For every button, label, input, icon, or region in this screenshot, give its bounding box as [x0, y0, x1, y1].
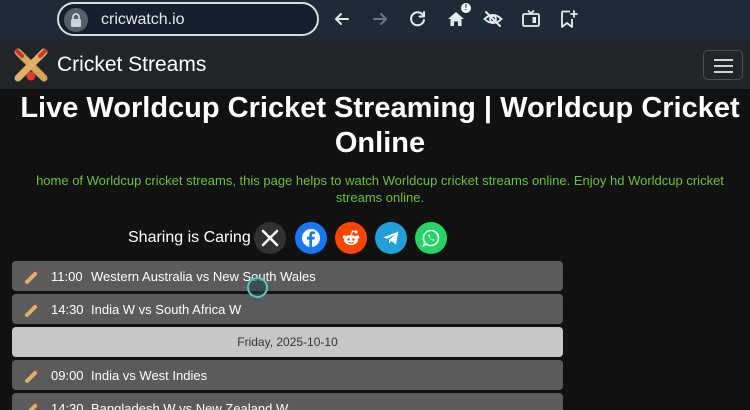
browser-toolbar: cricwatch.io !	[0, 0, 750, 40]
share-label: Sharing is Caring	[128, 229, 251, 246]
home-alert-badge: !	[461, 3, 471, 13]
forward-arrow-icon[interactable]	[369, 8, 391, 30]
hamburger-menu-icon[interactable]	[703, 50, 743, 80]
match-time: 09:00	[51, 368, 84, 383]
share-telegram-button[interactable]	[375, 222, 407, 254]
match-row[interactable]: 11:00 Western Australia vs New South Wal…	[12, 261, 563, 291]
share-reddit-button[interactable]	[335, 222, 367, 254]
site-brand[interactable]: Cricket Streams	[57, 53, 206, 77]
lock-icon	[71, 13, 81, 27]
cricket-bat-icon	[28, 402, 39, 410]
whatsapp-icon	[421, 229, 440, 248]
share-whatsapp-button[interactable]	[415, 222, 447, 254]
touch-cursor-indicator	[247, 277, 268, 298]
reddit-icon	[342, 230, 360, 245]
address-bar[interactable]: cricwatch.io	[57, 2, 319, 36]
cricket-bat-icon	[25, 303, 39, 317]
cricket-bat-icon	[25, 369, 39, 383]
url-text[interactable]: cricwatch.io	[101, 11, 185, 29]
reload-icon[interactable]	[407, 8, 429, 30]
match-title[interactable]: India vs West Indies	[91, 368, 207, 383]
match-time: 14:30	[51, 302, 84, 317]
main-content: Live Worldcup Cricket Streaming | Worldc…	[0, 89, 750, 410]
date-header: Friday, 2025-10-10	[12, 327, 563, 357]
tv-icon[interactable]	[520, 8, 542, 30]
match-row[interactable]: 14:30 India W vs South Africa W	[12, 294, 563, 324]
facebook-icon	[302, 229, 320, 247]
match-row[interactable]: 14:30 Bangladesh W vs New Zealand W	[12, 393, 563, 410]
telegram-icon	[383, 231, 399, 245]
share-x-button[interactable]	[254, 222, 286, 254]
bookmark-add-icon[interactable]	[557, 8, 579, 30]
match-time: 11:00	[51, 269, 83, 284]
cricket-bats-logo-icon[interactable]	[12, 46, 50, 84]
page-subtitle: home of Worldcup cricket streams, this p…	[36, 173, 724, 205]
match-title[interactable]: India W vs South Africa W	[91, 302, 241, 317]
back-arrow-icon[interactable]	[331, 8, 353, 30]
cricket-bat-icon	[25, 270, 39, 284]
x-twitter-icon	[261, 229, 279, 247]
share-facebook-button[interactable]	[295, 222, 327, 254]
hide-eye-icon[interactable]	[482, 8, 504, 30]
match-title[interactable]: Bangladesh W vs New Zealand W	[91, 401, 288, 410]
match-row[interactable]: 09:00 India vs West Indies	[12, 360, 563, 390]
match-time: 14:30	[51, 401, 84, 410]
page-title: Live Worldcup Cricket Streaming | Worldc…	[20, 92, 740, 159]
site-info-button[interactable]	[64, 8, 88, 32]
site-navbar: Cricket Streams	[0, 40, 750, 89]
match-title[interactable]: Western Australia vs New South Wales	[91, 269, 316, 284]
